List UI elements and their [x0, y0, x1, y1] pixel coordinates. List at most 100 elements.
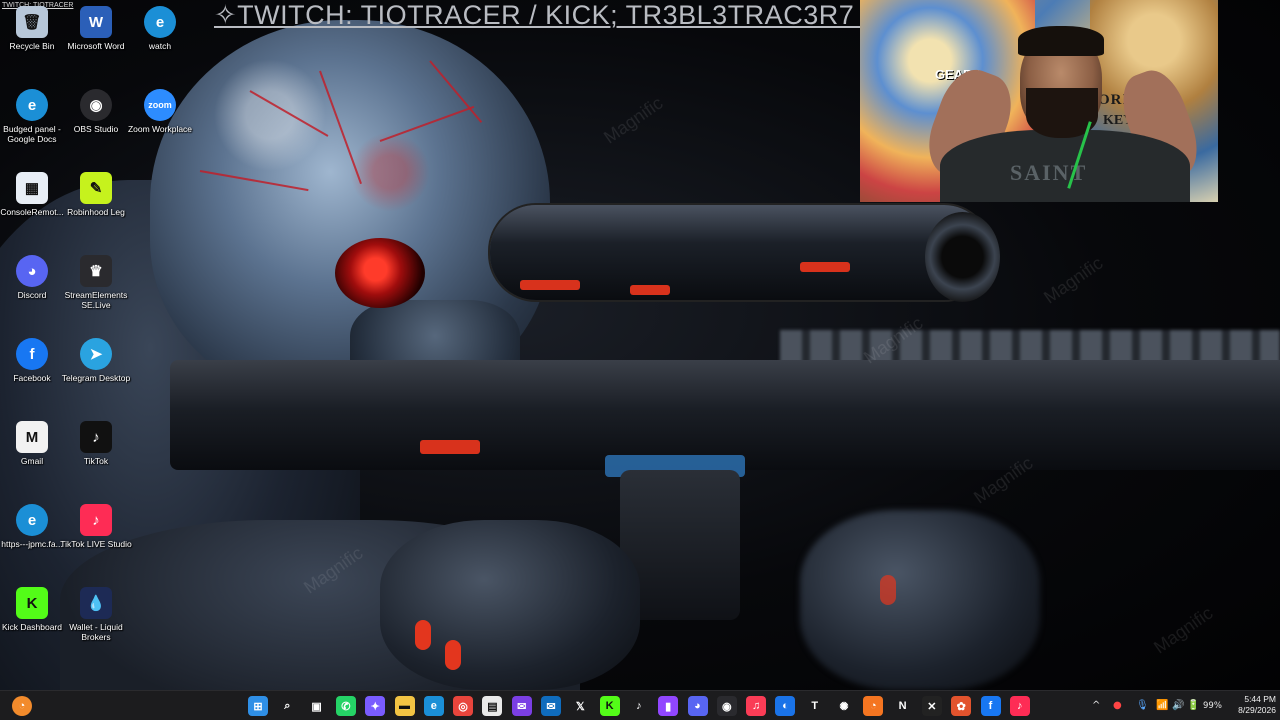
desktop-icon-label: StreamElements SE.Live — [64, 290, 128, 310]
recycle-bin-icon: 🗑 — [16, 6, 48, 38]
battery-percent: 99% — [1203, 701, 1222, 711]
wallpaper-rifle — [170, 360, 1280, 470]
chrome-icon[interactable]: ◎ — [453, 696, 474, 716]
netflix-icon[interactable]: N — [893, 696, 913, 716]
edge-icon: e — [16, 89, 48, 121]
tidal-icon[interactable]: T — [805, 696, 825, 716]
desktop-icon[interactable]: e watch — [128, 2, 192, 78]
desktop-icon[interactable]: f Facebook — [0, 334, 64, 410]
desktop-icon[interactable]: 🗑 Recycle Bin — [0, 2, 64, 78]
x-icon[interactable]: 𝕏 — [570, 696, 590, 716]
wallpaper-accent — [800, 262, 850, 272]
clock[interactable]: 5:44 PM 8/29/2026 — [1222, 694, 1276, 716]
desktop-icon[interactable]: ♪ TikTok — [64, 417, 128, 493]
desktop-icon[interactable]: ◕ Discord — [0, 251, 64, 327]
tiktok-icon[interactable]: ♪ — [629, 696, 649, 716]
word-icon: W — [80, 6, 112, 38]
desktop-icon[interactable]: ♪ TikTok LIVE Studio — [60, 500, 132, 576]
discord-icon: ◕ — [16, 255, 48, 287]
edge-icon: e — [16, 504, 48, 536]
desktop-icon[interactable]: ♛ StreamElements SE.Live — [64, 251, 128, 327]
tiktok-live-icon: ♪ — [80, 504, 112, 536]
wifi-icon[interactable]: 📶 — [1156, 699, 1168, 713]
start-icon[interactable]: ⊞ — [248, 696, 268, 716]
wallpaper-accent — [420, 440, 480, 454]
tiktok-icon: ♪ — [80, 421, 112, 453]
wallpaper-accent — [415, 620, 431, 650]
desktop-icon[interactable]: K Kick Dashboard — [0, 583, 64, 659]
copilot-icon[interactable]: ✦ — [365, 696, 386, 716]
clock-date: 8/29/2026 — [1238, 705, 1276, 715]
photos-icon[interactable]: ✿ — [951, 696, 972, 716]
search-icon[interactable]: ⌕ — [277, 696, 297, 716]
store-icon[interactable]: ▤ — [482, 696, 503, 716]
console-remote-icon: ▦ — [16, 172, 48, 204]
facebook-icon: f — [16, 338, 48, 370]
file-explorer-icon[interactable]: ▬ — [394, 696, 415, 716]
widgets-icon[interactable]: ◔ — [12, 696, 32, 716]
wallpaper-accent — [880, 575, 896, 605]
wallet-icon: 💧 — [80, 587, 112, 619]
wallpaper-scope-lens — [925, 212, 1000, 302]
watermark: Magnific — [1040, 252, 1107, 308]
desktop-icon-label: Robinhood Leg — [67, 207, 125, 217]
desktop-icon-label: TikTok — [83, 456, 109, 466]
desktop-icon[interactable]: e https---jpmc.fa... — [0, 500, 64, 576]
battery-icon[interactable]: 🔋 — [1187, 699, 1199, 713]
desktop-icon[interactable]: e Budged panel - Google Docs — [0, 85, 64, 161]
zoom-icon: zoom — [144, 89, 176, 121]
watermark: Magnific — [1150, 602, 1217, 658]
desktop-icon[interactable]: ➤ Telegram Desktop — [62, 334, 130, 410]
twitch-icon[interactable]: ▮ — [658, 696, 679, 716]
stream-title-overlay: ✧TWITCH: TIOTRACER / KICK; TR3BL3TRAC3R7… — [214, 0, 886, 30]
microphone-icon[interactable]: 🎙 — [1136, 699, 1149, 713]
desktop-icon[interactable]: zoom Zoom Workplace — [128, 85, 192, 161]
mail-icon[interactable]: ✉ — [511, 696, 532, 716]
edge-icon[interactable]: e — [423, 696, 444, 716]
desktop-icon[interactable]: 💧 Wallet - Liquid Brokers — [64, 583, 128, 659]
chrome-alt-icon[interactable]: ◐ — [775, 696, 796, 716]
music-icon[interactable]: ♫ — [746, 696, 767, 716]
desktop-icon-label: TikTok LIVE Studio — [60, 539, 132, 549]
wallpaper-accent — [630, 285, 670, 295]
desktop-icon[interactable]: M Gmail — [0, 417, 64, 493]
streamelements-icon: ♛ — [80, 255, 112, 287]
robinhood-icon: ✎ — [80, 172, 112, 204]
desktop-icon-label: Telegram Desktop — [61, 373, 131, 383]
crunchyroll-icon[interactable]: ◔ — [863, 696, 884, 716]
clock-time: 5:44 PM — [1244, 694, 1276, 704]
obs-icon: ◉ — [80, 89, 112, 121]
watermark: Magnific — [600, 92, 667, 148]
desktop-icon-label: Zoom Workplace — [127, 124, 193, 134]
discord-icon[interactable]: ◕ — [687, 696, 708, 716]
chatgpt-icon[interactable]: ✺ — [834, 696, 854, 716]
volume-icon[interactable]: 🔊 — [1172, 699, 1184, 713]
tray-app-icon[interactable]: ● — [1113, 699, 1122, 713]
kick-icon[interactable]: K — [599, 696, 620, 716]
tiktok-live-icon[interactable]: ♪ — [1009, 696, 1030, 716]
obs-icon[interactable]: ◉ — [716, 696, 737, 716]
telegram-icon: ➤ — [80, 338, 112, 370]
wallpaper-red-eye — [335, 238, 425, 308]
desktop-icon-label: watch — [148, 41, 172, 51]
capcut-icon[interactable]: ✕ — [921, 696, 942, 716]
wallpaper-glove — [800, 510, 1040, 690]
desktop-icon[interactable]: ▦ ConsoleRemot... — [0, 168, 64, 244]
facebook-icon[interactable]: f — [980, 696, 1001, 716]
desktop-icon[interactable]: W Microsoft Word — [64, 2, 128, 78]
wallpaper-accent — [445, 640, 461, 670]
desktop: Magnific Magnific Magnific Magnific Magn… — [0, 0, 1280, 720]
whatsapp-icon[interactable]: ✆ — [335, 696, 356, 716]
task-view-icon[interactable]: ▣ — [307, 696, 327, 716]
kick-icon: K — [16, 587, 48, 619]
outlook-icon[interactable]: ✉ — [541, 696, 561, 716]
tray-overflow-icon[interactable]: ^ — [1092, 699, 1100, 713]
streamer-hair — [1018, 26, 1104, 56]
taskbar: ◔ ⊞ ⌕ ▣ ✆ ✦ ▬ e ◎ ▤ ✉ ✉ 𝕏 K ♪ ▮ ◕ ◉ ♫ ◐ T ✺ ◔ N ✕ ✿ f ♪ ^ ● 🎙 📶 🔊 … — [0, 690, 1280, 720]
desktop-icon[interactable]: ✎ Robinhood Leg — [64, 168, 128, 244]
wallpaper-accent — [520, 280, 580, 290]
edge-icon: e — [144, 6, 176, 38]
gmail-icon: M — [16, 421, 48, 453]
desktop-icon-label: Wallet - Liquid Brokers — [69, 622, 123, 642]
desktop-icon[interactable]: ◉ OBS Studio — [64, 85, 128, 161]
